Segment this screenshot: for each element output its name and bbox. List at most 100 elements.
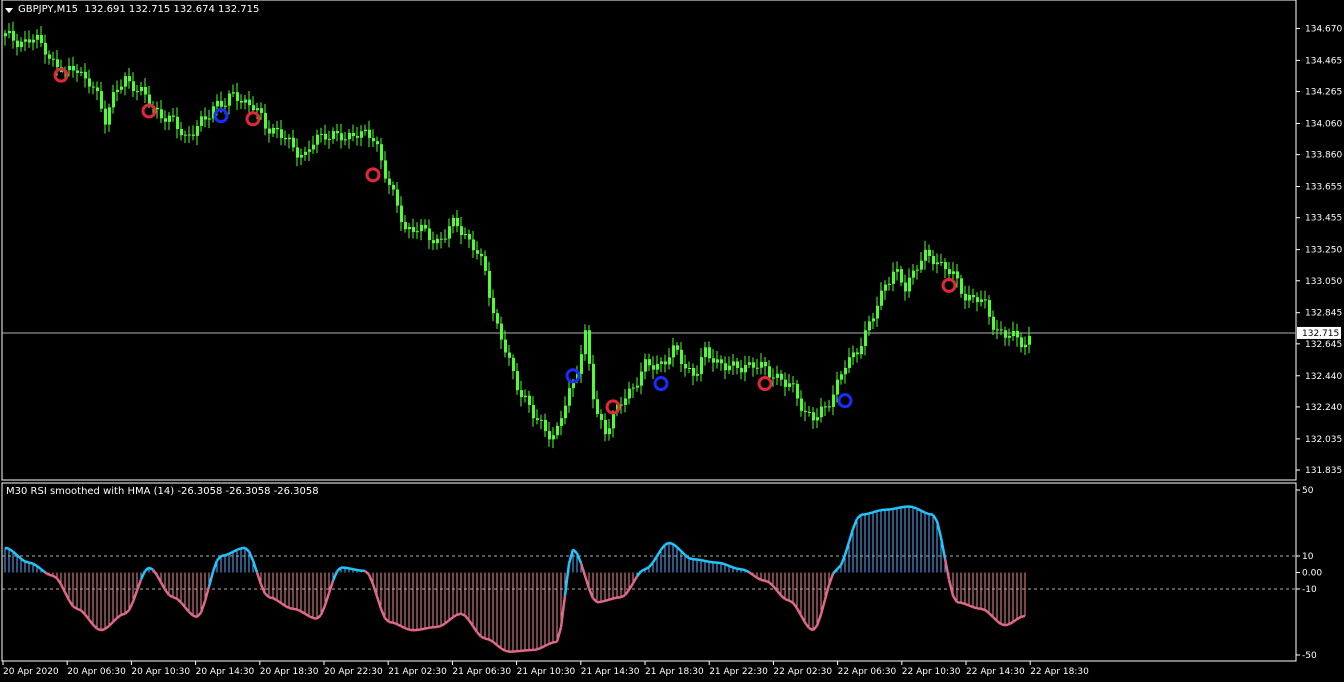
- rsi-segment: [931, 514, 939, 522]
- rsi-segment: [1000, 622, 1006, 627]
- price-panel[interactable]: [1, 0, 1297, 481]
- candle-body: [924, 249, 927, 261]
- rsi-segment: [724, 563, 730, 568]
- rsi-segment: [876, 508, 882, 513]
- candle-body: [480, 253, 483, 257]
- candle-body: [912, 270, 915, 278]
- candle-body: [396, 189, 399, 206]
- candle-body: [960, 278, 963, 294]
- candle-body: [108, 107, 111, 125]
- candle-body: [376, 141, 379, 145]
- candle-body: [996, 329, 999, 331]
- candle-body: [944, 262, 947, 270]
- candle-body: [552, 435, 555, 440]
- candle-body: [644, 359, 647, 372]
- time-tick-label: 20 Apr 18:30: [260, 667, 319, 677]
- candle-body: [40, 35, 43, 43]
- rsi-segment: [228, 550, 234, 555]
- candle-body: [324, 133, 327, 140]
- rsi-segment: [131, 590, 139, 603]
- rsi-segment: [760, 578, 766, 582]
- rsi-segment: [928, 512, 934, 516]
- rsi-segment: [308, 614, 314, 620]
- indicator-tick-label: 10: [1302, 552, 1314, 562]
- candle-body: [232, 92, 235, 94]
- time-tick-label: 20 Apr 2020: [3, 667, 59, 677]
- candle-body: [780, 373, 783, 380]
- rsi-segment: [1020, 614, 1026, 619]
- indicator-panel[interactable]: [1, 482, 1297, 662]
- candle-body: [80, 71, 83, 73]
- candle-body: [788, 383, 791, 387]
- rsi-segment: [304, 612, 310, 618]
- candle-body: [936, 262, 939, 265]
- candle-body: [264, 112, 267, 129]
- rsi-segment: [24, 560, 30, 564]
- candle-body: [868, 321, 871, 331]
- candle-body: [652, 365, 655, 370]
- candle-body: [496, 313, 499, 324]
- rsi-segment: [532, 648, 538, 652]
- candle-body: [692, 368, 695, 376]
- rsi-segment: [28, 561, 34, 565]
- rsi-line: [4, 505, 1026, 653]
- candle-body: [540, 419, 543, 421]
- rsi-segment: [680, 550, 686, 556]
- candle-body: [444, 238, 447, 240]
- candle-body: [312, 144, 315, 150]
- rsi-segment: [752, 573, 758, 579]
- candle-body: [12, 30, 15, 41]
- candle-body: [1000, 329, 1003, 331]
- price-tick-label: 133.250: [1305, 246, 1342, 256]
- rsi-segment: [708, 560, 714, 564]
- candle-body: [476, 250, 479, 254]
- rsi-segment: [900, 505, 906, 509]
- candle-body: [864, 330, 867, 347]
- candle-body: [504, 339, 507, 353]
- rsi-segment: [559, 595, 567, 628]
- candle-body: [704, 347, 707, 358]
- rsi-segment: [872, 509, 878, 514]
- rsi-segment: [371, 583, 379, 597]
- candle-body: [528, 395, 531, 406]
- candle-body: [512, 357, 515, 372]
- rsi-segment: [163, 588, 171, 596]
- candle-body: [596, 399, 599, 415]
- chart-menu-arrow-icon[interactable]: [5, 8, 13, 13]
- rsi-segment: [888, 507, 894, 511]
- candle-body: [448, 226, 451, 239]
- candle-body: [420, 224, 423, 232]
- candle-body: [428, 228, 431, 241]
- rsi-segment: [55, 577, 63, 586]
- candle-body: [160, 109, 163, 119]
- candle-body: [292, 137, 295, 148]
- rsi-segment: [276, 599, 282, 605]
- rsi-segment: [460, 612, 466, 617]
- candle-body: [492, 297, 495, 314]
- candle-body: [256, 108, 259, 111]
- rsi-segment: [207, 571, 215, 587]
- candle-body: [224, 105, 227, 107]
- rsi-segment: [428, 625, 434, 630]
- rsi-segment: [552, 640, 558, 644]
- candle-body: [192, 134, 195, 136]
- candle-body: [584, 330, 587, 355]
- rsi-segment: [672, 543, 678, 549]
- candle-body: [228, 93, 231, 106]
- rsi-segment: [728, 564, 734, 569]
- candle-body: [872, 318, 875, 322]
- candle-body: [1016, 330, 1019, 338]
- candle-body: [184, 134, 187, 136]
- candle-body: [364, 129, 367, 132]
- rsi-segment: [280, 601, 286, 607]
- rsi-segment: [939, 537, 947, 559]
- rsi-segment: [416, 628, 422, 632]
- price-tick-label: 133.050: [1305, 277, 1342, 287]
- candle-body: [800, 398, 803, 411]
- candle-body: [1028, 335, 1031, 345]
- time-tick-label: 22 Apr 06:30: [838, 667, 897, 677]
- rsi-segment: [740, 567, 746, 572]
- candle-body: [628, 388, 631, 399]
- price-tick-label: 133.655: [1305, 183, 1342, 193]
- rsi-segment: [912, 505, 918, 510]
